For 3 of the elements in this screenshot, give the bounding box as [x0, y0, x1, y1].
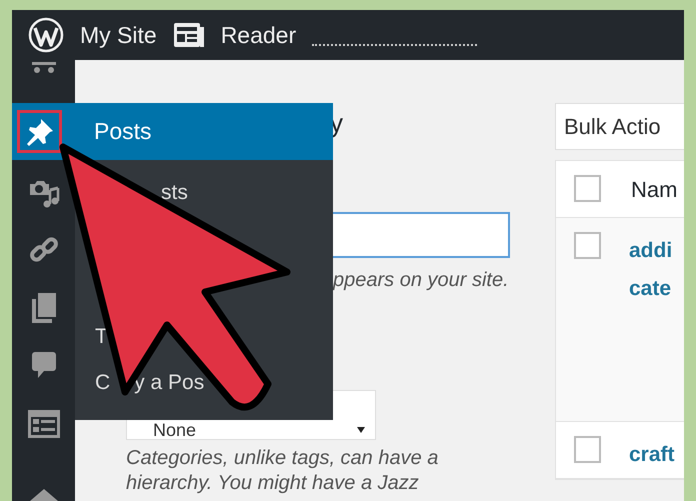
field-description: Categories, unlike tags, can have a hierarchy. You might have a Jazz [126, 446, 440, 496]
column-header: Nam [631, 176, 678, 204]
field-hint: ppears on your site. [333, 268, 510, 292]
